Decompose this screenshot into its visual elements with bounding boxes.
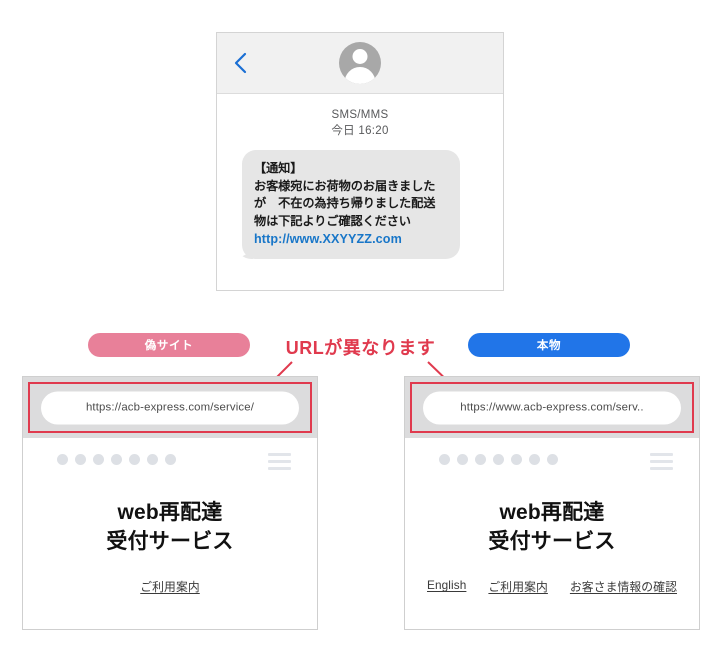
badge-fake-label: 偽サイト: [144, 340, 194, 352]
message-line: お客様宛にお荷物のお届きました: [254, 178, 436, 193]
logo-dot: [129, 454, 140, 465]
site-link[interactable]: お客さま情報の確認: [570, 578, 677, 595]
badge-fake-site: 偽サイト: [88, 333, 250, 357]
badge-real-site: 本物: [468, 333, 630, 357]
site-links-real: English ご利用案内 お客さま情報の確認: [405, 578, 699, 595]
logo-dot: [511, 454, 522, 465]
phishing-link[interactable]: http://www.XXYYZZ.com: [254, 230, 448, 248]
logo-dot: [547, 454, 558, 465]
logo-dot: [57, 454, 68, 465]
sms-header-bar: [217, 33, 503, 94]
site-nav-real: [405, 438, 699, 476]
person-avatar-icon: [339, 42, 381, 84]
site-title-real: web再配達 受付サービス: [405, 498, 699, 556]
logo-dots-placeholder: [439, 454, 558, 465]
sms-bubble-wrapper: 【通知】 お客様宛にお荷物のお届きました が 不在の為持ち帰りました配送 物は下…: [237, 150, 503, 259]
bubble-tail: [237, 249, 253, 259]
logo-dot: [475, 454, 486, 465]
url-bar-zone: https://acb-express.com/service/: [23, 377, 317, 438]
site-link[interactable]: ご利用案内: [140, 578, 200, 595]
sms-message-panel: SMS/MMS 今日 16:20 【通知】 お客様宛にお荷物のお届きました が …: [216, 32, 504, 291]
logo-dot: [529, 454, 540, 465]
avatar-body-shape: [344, 67, 376, 84]
url-text: https://www.acb-express.com/serv..: [460, 401, 644, 414]
phone-mockup-fake: https://acb-express.com/service/ web再配達 …: [22, 376, 318, 630]
avatar-head-shape: [352, 49, 368, 64]
address-bar-real[interactable]: https://www.acb-express.com/serv..: [423, 391, 681, 424]
logo-dot: [75, 454, 86, 465]
sms-meta: SMS/MMS 今日 16:20: [217, 107, 503, 139]
site-links-fake: ご利用案内: [23, 578, 317, 595]
site-title-line: 受付サービス: [106, 530, 234, 553]
logo-dot: [147, 454, 158, 465]
site-body-real: web再配達 受付サービス English ご利用案内 お客さま情報の確認: [405, 438, 699, 629]
logo-dot: [439, 454, 450, 465]
back-chevron-icon[interactable]: [233, 51, 249, 75]
sms-channel-label: SMS/MMS: [331, 109, 389, 121]
url-bar-zone: https://www.acb-express.com/serv..: [405, 377, 699, 438]
url-difference-annotation: URLが異なります: [285, 338, 436, 358]
logo-dot: [93, 454, 104, 465]
site-title-line: web再配達: [499, 501, 605, 524]
logo-dot: [457, 454, 468, 465]
site-title-fake: web再配達 受付サービス: [23, 498, 317, 556]
logo-dot: [165, 454, 176, 465]
message-line: が 不在の為持ち帰りました配送: [254, 196, 436, 210]
url-text: https://acb-express.com/service/: [85, 401, 255, 414]
sms-message-bubble: 【通知】 お客様宛にお荷物のお届きました が 不在の為持ち帰りました配送 物は下…: [237, 150, 460, 259]
site-body-fake: web再配達 受付サービス ご利用案内: [23, 438, 317, 629]
message-line: 【通知】: [254, 161, 303, 175]
hamburger-menu-icon[interactable]: [650, 453, 673, 470]
phone-mockup-real: https://www.acb-express.com/serv.. web再配…: [404, 376, 700, 630]
sms-timestamp: 今日 16:20: [331, 125, 389, 137]
site-nav-fake: [23, 438, 317, 476]
logo-dot: [493, 454, 504, 465]
site-title-line: web再配達: [117, 501, 223, 524]
badge-real-label: 本物: [536, 340, 562, 352]
hamburger-menu-icon[interactable]: [268, 453, 291, 470]
logo-dot: [111, 454, 122, 465]
site-title-line: 受付サービス: [488, 530, 616, 553]
site-link[interactable]: English: [427, 578, 466, 595]
message-line: 物は下記よりご確認ください: [254, 213, 411, 228]
logo-dots-placeholder: [57, 454, 176, 465]
address-bar-fake[interactable]: https://acb-express.com/service/: [41, 391, 299, 424]
site-link[interactable]: ご利用案内: [488, 578, 548, 595]
